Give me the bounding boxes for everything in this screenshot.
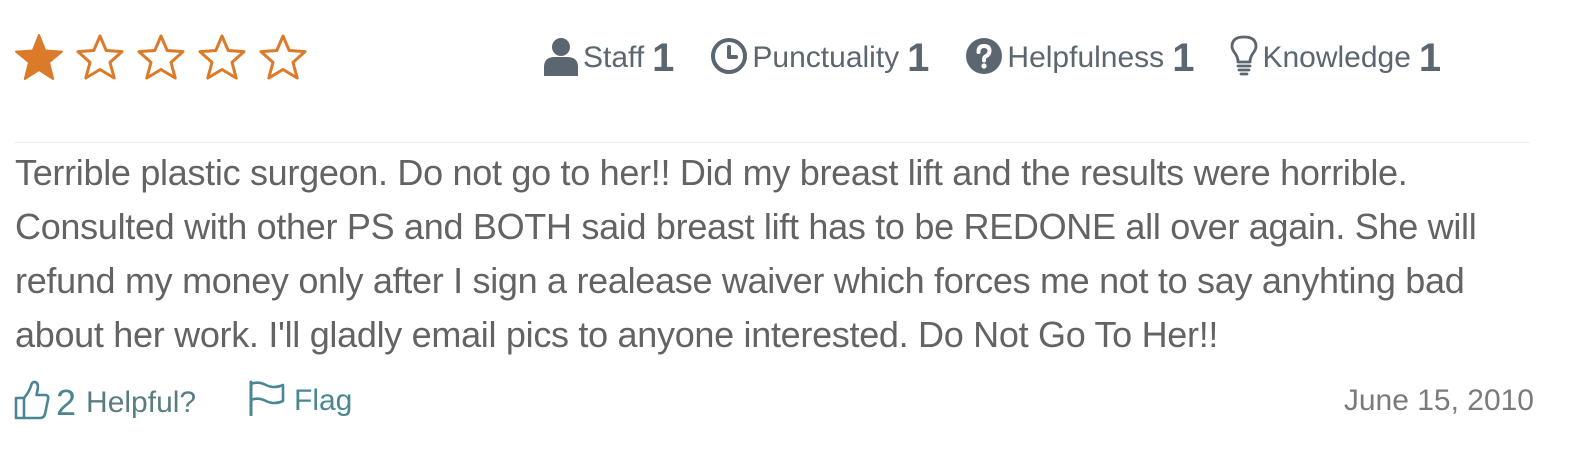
rating-value: 1 bbox=[1418, 36, 1442, 80]
review-card: Staff 1 Punctuality 1 Helpfulness 1 Know… bbox=[0, 0, 1596, 459]
star-icon-empty bbox=[258, 33, 308, 83]
rating-knowledge: Knowledge 1 bbox=[1230, 35, 1441, 82]
helpful-button[interactable]: 2 Helpful? bbox=[14, 380, 196, 425]
star-icon-empty bbox=[197, 33, 247, 83]
rating-value: 1 bbox=[652, 36, 675, 80]
helpful-label: Helpful? bbox=[86, 385, 197, 419]
rating-punctuality: Punctuality 1 bbox=[710, 37, 929, 80]
clock-icon bbox=[710, 37, 748, 80]
review-footer: 2 Helpful? Flag June 15, 2010 bbox=[14, 380, 1534, 428]
flag-icon bbox=[248, 380, 286, 421]
divider bbox=[14, 142, 1530, 143]
rating-helpfulness: Helpfulness 1 bbox=[965, 37, 1194, 80]
star-icon-empty bbox=[75, 33, 125, 83]
rating-label: Punctuality bbox=[752, 41, 900, 74]
flag-button[interactable]: Flag bbox=[248, 380, 352, 421]
thumbs-up-icon bbox=[14, 380, 50, 425]
star-icon-filled bbox=[14, 33, 64, 83]
rating-label: Staff bbox=[583, 41, 645, 74]
rating-staff: Staff 1 bbox=[543, 36, 674, 81]
star-rating bbox=[14, 33, 308, 83]
person-icon bbox=[543, 36, 579, 81]
flag-label: Flag bbox=[294, 383, 353, 417]
review-date: June 15, 2010 bbox=[1343, 384, 1534, 417]
rating-label: Knowledge bbox=[1262, 41, 1411, 74]
category-ratings: Staff 1 Punctuality 1 Helpfulness 1 Know… bbox=[543, 28, 1441, 88]
review-text: Terrible plastic surgeon. Do not go to h… bbox=[15, 152, 1477, 355]
question-circle-icon bbox=[965, 37, 1003, 80]
rating-value: 1 bbox=[907, 36, 930, 80]
rating-value: 1 bbox=[1172, 36, 1195, 80]
star-icon-empty bbox=[136, 33, 186, 83]
rating-label: Helpfulness bbox=[1007, 41, 1165, 74]
lightbulb-icon bbox=[1230, 35, 1258, 82]
helpful-count: 2 bbox=[56, 381, 77, 423]
